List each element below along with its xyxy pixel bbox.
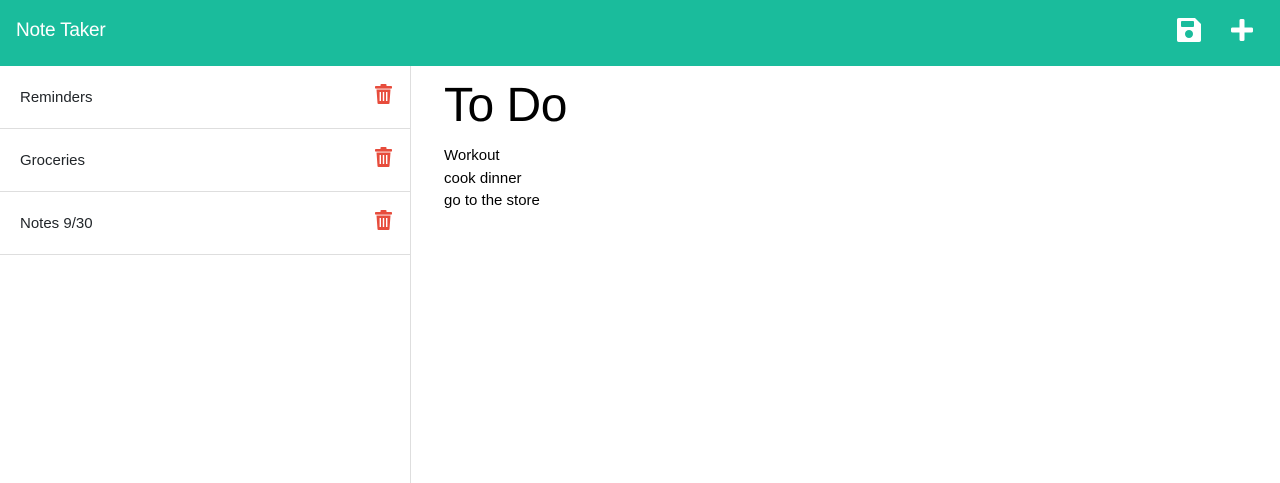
new-note-button[interactable] [1230, 18, 1254, 42]
note-list: Reminders Groceries Notes 9/30 [0, 66, 410, 255]
note-title[interactable]: Reminders [20, 88, 93, 108]
plus-icon [1231, 19, 1253, 41]
navbar: Note Taker [0, 0, 1280, 66]
delete-note-button[interactable] [375, 84, 392, 104]
note-editor: To Do Workout cook dinner go to the stor… [412, 66, 1280, 483]
note-title[interactable]: Groceries [20, 151, 85, 171]
note-list-item[interactable]: Reminders [0, 66, 410, 129]
save-note-button[interactable] [1176, 17, 1202, 43]
note-text-area[interactable]: Workout cook dinner go to the store [444, 145, 1044, 213]
trash-icon [375, 84, 392, 104]
note-list-panel: Reminders Groceries Notes 9/30 [0, 66, 411, 483]
app-title[interactable]: Note Taker [16, 19, 106, 43]
trash-icon [375, 147, 392, 167]
note-title[interactable]: Notes 9/30 [20, 214, 93, 234]
note-list-item[interactable]: Groceries [0, 129, 410, 192]
trash-icon [375, 210, 392, 230]
note-title-input[interactable]: To Do [444, 76, 567, 136]
delete-note-button[interactable] [375, 210, 392, 230]
delete-note-button[interactable] [375, 147, 392, 167]
save-icon [1177, 18, 1201, 42]
note-list-item[interactable]: Notes 9/30 [0, 192, 410, 255]
